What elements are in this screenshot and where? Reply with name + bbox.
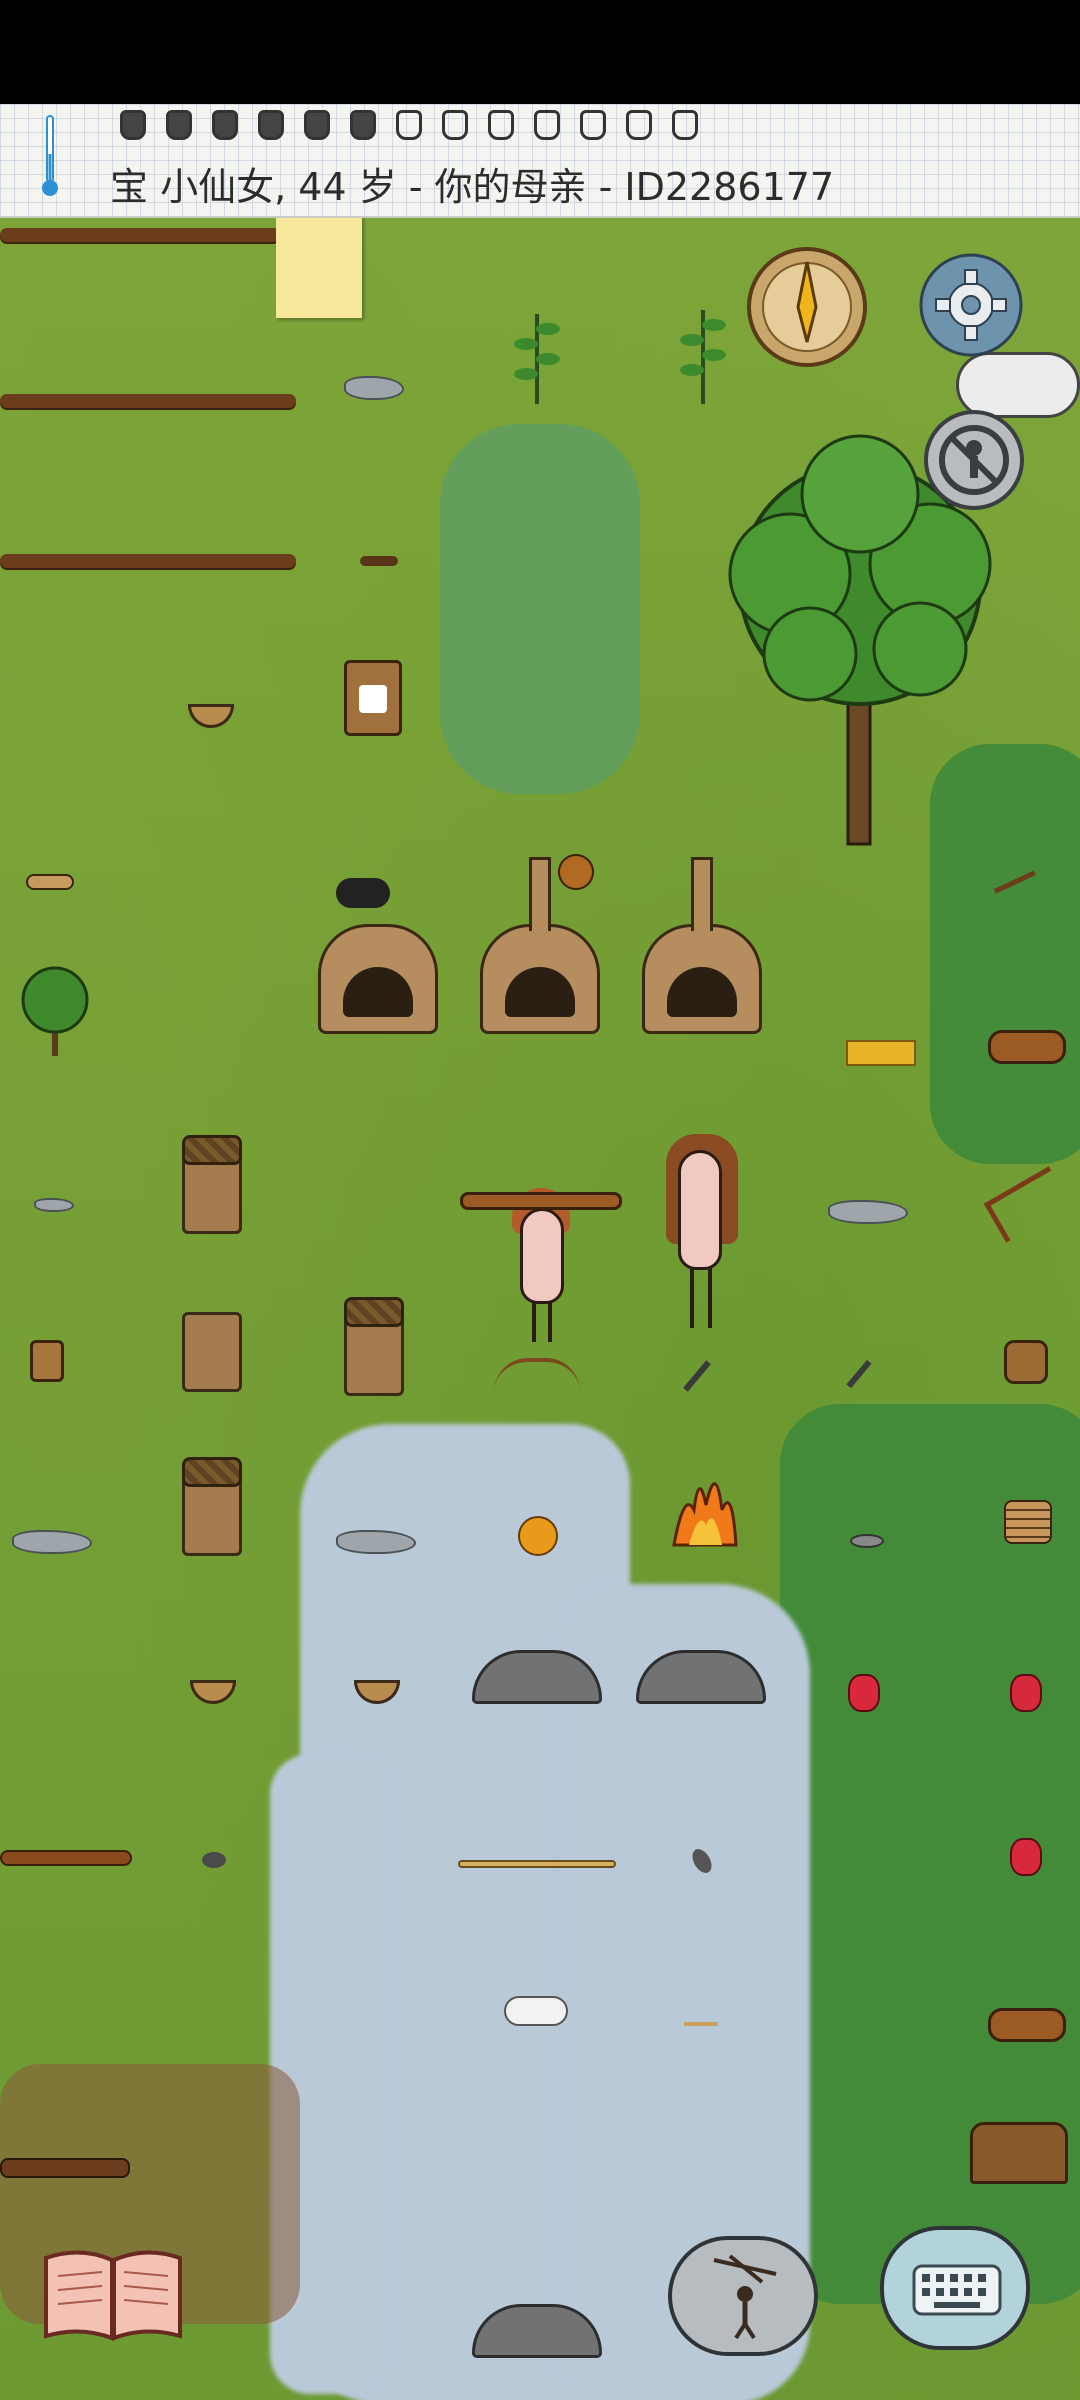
- sticky-note[interactable]: [276, 216, 362, 318]
- clay-bowl[interactable]: [188, 704, 234, 728]
- gooseberry[interactable]: [848, 1674, 880, 1712]
- small-stone[interactable]: [34, 1198, 74, 1212]
- thread[interactable]: [684, 2022, 718, 2026]
- emote-button[interactable]: [668, 2236, 818, 2356]
- flat-plate[interactable]: [26, 874, 74, 890]
- milkweed-plant[interactable]: [678, 300, 728, 404]
- campfire[interactable]: [664, 1450, 746, 1550]
- gooseberry[interactable]: [1010, 1674, 1042, 1712]
- hunger-pip: [350, 110, 376, 140]
- hunger-pip: [212, 110, 238, 140]
- flat-rock[interactable]: [828, 1200, 908, 1224]
- butt-log[interactable]: [988, 2008, 1066, 2042]
- tree-stump[interactable]: [970, 2122, 1068, 2184]
- hunger-pip: [626, 110, 652, 140]
- wooden-bucket[interactable]: [1004, 1340, 1048, 1384]
- hunger-pip: [120, 110, 146, 140]
- puppet-emote-icon: [713, 2254, 777, 2340]
- bow-saw[interactable]: [983, 1166, 1072, 1243]
- crock-with-seeds[interactable]: [344, 660, 402, 736]
- hunger-pip: [304, 110, 330, 140]
- mother-character[interactable]: [660, 1134, 740, 1394]
- charcoal-pile[interactable]: [336, 878, 390, 908]
- gold-bars[interactable]: [846, 1040, 916, 1066]
- hunger-pip: [442, 110, 468, 140]
- stone-hatchet[interactable]: [846, 1359, 872, 1389]
- hunger-pip: [580, 110, 606, 140]
- white-fur[interactable]: [504, 1996, 568, 2026]
- gear-icon[interactable]: [918, 252, 1024, 358]
- child-character[interactable]: [510, 1188, 574, 1428]
- plowed-row[interactable]: [0, 228, 280, 242]
- clay-bowl[interactable]: [190, 1680, 236, 1704]
- chat-button[interactable]: [880, 2226, 1030, 2350]
- character-info: 宝 小仙女, 44 岁 - 你的母亲 - ID2286177: [110, 165, 835, 209]
- wooden-bucket[interactable]: [30, 1340, 64, 1382]
- stacked-plates[interactable]: [1004, 1500, 1052, 1544]
- basket-on-jar[interactable]: [182, 1135, 242, 1234]
- copper-nugget[interactable]: [518, 1516, 558, 1556]
- basket-on-jar[interactable]: [182, 1457, 242, 1556]
- small-flint[interactable]: [850, 1534, 884, 1548]
- hunger-pip: [534, 110, 560, 140]
- gooseberry[interactable]: [1010, 1838, 1042, 1876]
- open-book-icon[interactable]: [40, 2246, 186, 2344]
- hunger-pip: [396, 110, 422, 140]
- milkweed-plant[interactable]: [512, 304, 562, 404]
- butt-log[interactable]: [988, 1030, 1066, 1064]
- hunger-pip: [258, 110, 284, 140]
- carried-log[interactable]: [460, 1192, 622, 1210]
- plowed-row[interactable]: [0, 554, 296, 568]
- game-world[interactable]: [0, 104, 1080, 2400]
- sapling-tree[interactable]: [18, 960, 92, 1060]
- adobe-kiln[interactable]: [480, 857, 600, 1034]
- no-speak-icon[interactable]: [922, 408, 1026, 512]
- flat-rock[interactable]: [344, 376, 404, 400]
- adobe-kiln[interactable]: [642, 857, 762, 1034]
- basket-on-jar[interactable]: [344, 1297, 404, 1396]
- long-branch[interactable]: [0, 1850, 132, 1866]
- plowed-row[interactable]: [0, 394, 296, 408]
- hunger-pip: [166, 110, 192, 140]
- keyboard-icon: [912, 2264, 1002, 2316]
- hunger-pip: [488, 110, 514, 140]
- status-panel: 宝 小仙女, 44 岁 - 你的母亲 - ID2286177: [0, 104, 1080, 218]
- clay-ball[interactable]: [558, 854, 594, 890]
- dirt-mound: [360, 556, 398, 566]
- compass-icon[interactable]: [746, 246, 868, 368]
- fallen-log[interactable]: [0, 2158, 130, 2178]
- hunger-pip: [672, 110, 698, 140]
- adobe-oven[interactable]: [318, 924, 438, 1034]
- flat-rock[interactable]: [12, 1530, 92, 1554]
- thermometer-icon: [42, 115, 58, 196]
- long-straight-shaft[interactable]: [458, 1860, 616, 1868]
- kindling[interactable]: [202, 1852, 226, 1868]
- wet-grass-patch: [440, 424, 640, 794]
- flat-rock[interactable]: [336, 1530, 416, 1554]
- clay-jar[interactable]: [182, 1312, 242, 1392]
